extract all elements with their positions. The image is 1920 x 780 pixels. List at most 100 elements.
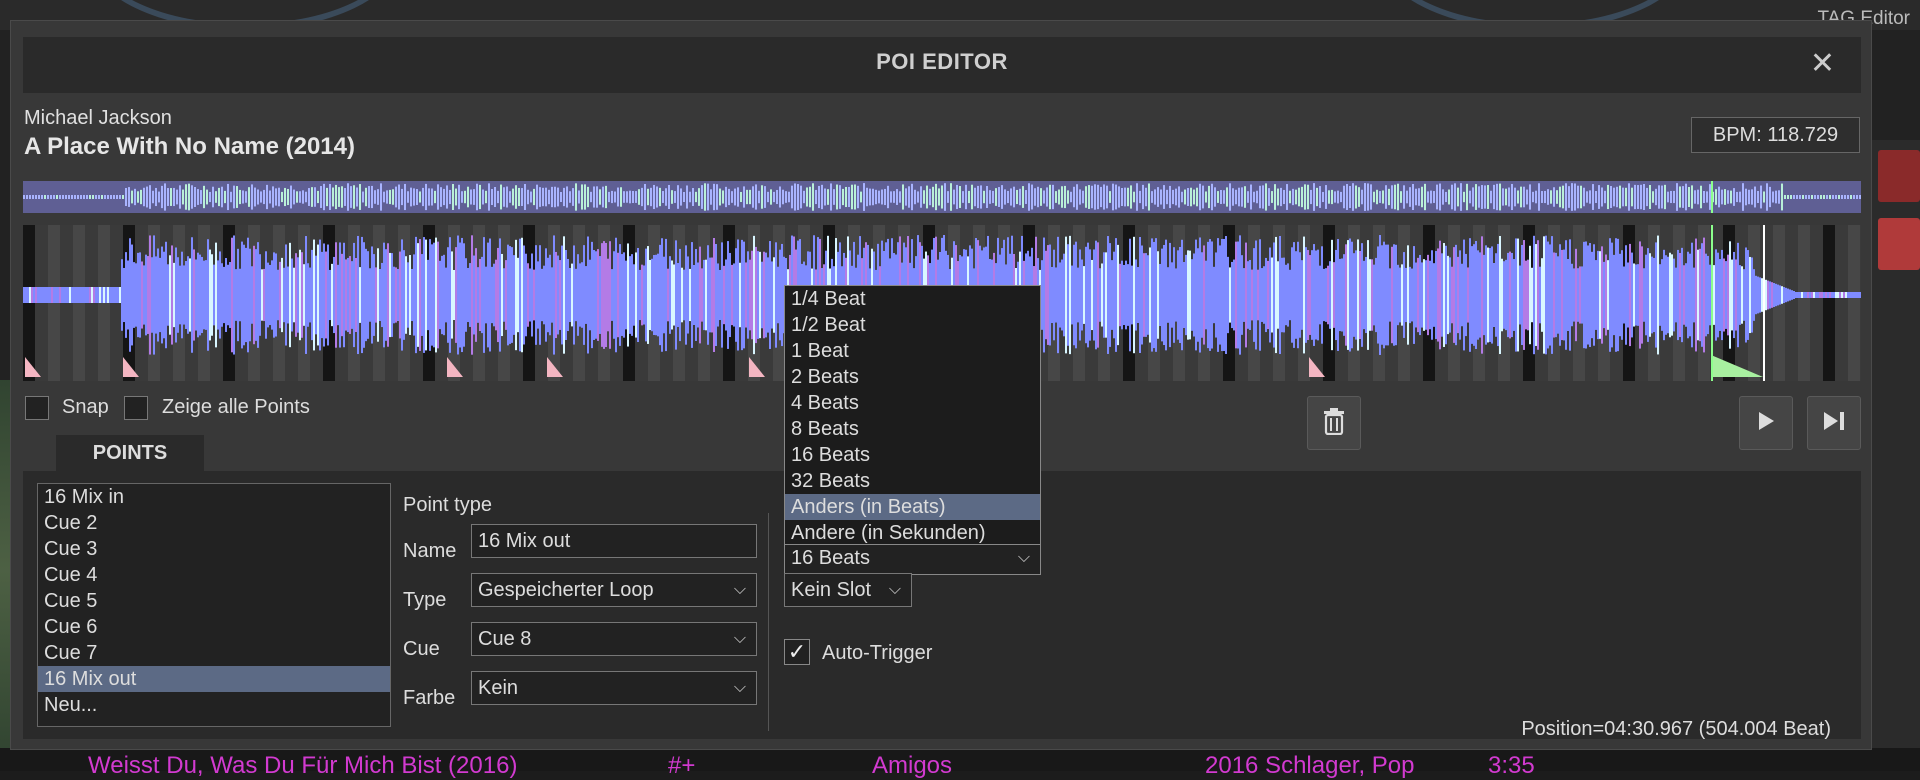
background-red-button-2[interactable] (1878, 218, 1920, 270)
overview-bar (1013, 186, 1015, 208)
show-all-points-checkbox[interactable] (124, 396, 148, 420)
cue-select[interactable]: Cue 8 ⌵ (471, 622, 757, 656)
overview-bar (617, 187, 619, 207)
waveform-bar (1511, 252, 1513, 338)
overview-bar (608, 191, 610, 203)
overview-bar (1658, 185, 1660, 209)
overview-bar (866, 187, 868, 207)
waveform-bar (753, 235, 755, 355)
overview-bar (32, 195, 34, 199)
waveform-bar (439, 260, 441, 330)
snap-checkbox[interactable] (25, 396, 49, 420)
cue-marker[interactable] (1309, 357, 1325, 377)
list-item[interactable]: Cue 6 (38, 614, 390, 640)
dropdown-option[interactable]: 16 Beats (785, 442, 1040, 468)
list-item[interactable]: Cue 5 (38, 588, 390, 614)
skip-to-end-button[interactable] (1807, 396, 1861, 450)
slot-select[interactable]: Kein Slot ⌵ (784, 573, 912, 607)
waveform-bar (1235, 241, 1237, 349)
waveform-bar (409, 255, 411, 335)
waveform-bar (207, 239, 209, 351)
waveform-bar (1793, 291, 1795, 299)
overview-bar (662, 191, 664, 203)
waveform-bar (1543, 236, 1545, 354)
overview-bar (203, 185, 205, 209)
waveform-bar (715, 244, 717, 346)
overview-bar (443, 188, 445, 206)
waveform-bar (1455, 244, 1457, 346)
overview-bar (44, 195, 46, 199)
list-item-selected[interactable]: 16 Mix out (38, 666, 390, 692)
overview-bar (1814, 195, 1816, 199)
waveform-bar (491, 266, 493, 324)
points-list[interactable]: 16 Mix in Cue 2 Cue 3 Cue 4 Cue 5 Cue 6 … (37, 483, 391, 727)
overview-bar (146, 186, 148, 208)
dropdown-option[interactable]: 2 Beats (785, 364, 1040, 390)
overview-bar (1154, 189, 1156, 205)
waveform-bar (1845, 292, 1847, 298)
waveform-bar (1851, 292, 1853, 298)
list-item[interactable]: Cue 2 (38, 510, 390, 536)
overview-bar (1388, 188, 1390, 206)
overview-bar (263, 189, 265, 205)
auto-trigger-label: Auto-Trigger (822, 642, 933, 664)
list-item[interactable]: 16 Mix in (38, 484, 390, 510)
waveform-bar (1713, 265, 1715, 325)
overview-bar (728, 188, 730, 206)
waveform-bar (263, 268, 265, 322)
dropdown-option[interactable]: 8 Beats (785, 416, 1040, 442)
dropdown-option[interactable]: 32 Beats (785, 468, 1040, 494)
waveform-bar (555, 251, 557, 339)
name-field[interactable]: 16 Mix out (471, 524, 757, 558)
type-select[interactable]: Gespeicherter Loop ⌵ (471, 573, 757, 607)
tab-points[interactable]: POINTS (56, 435, 204, 471)
waveform-overview[interactable] (23, 181, 1861, 213)
overview-bar (164, 183, 166, 211)
overview-bar (710, 189, 712, 205)
waveform-bar (1331, 239, 1333, 351)
waveform-bar (1585, 241, 1587, 349)
waveform-bar (1237, 241, 1239, 349)
play-button[interactable] (1739, 396, 1793, 450)
waveform-bar (1647, 248, 1649, 342)
length-dropdown-list[interactable]: 1/4 Beat 1/2 Beat 1 Beat 2 Beats 4 Beats… (784, 285, 1041, 545)
dropdown-option[interactable]: 4 Beats (785, 390, 1040, 416)
dialog-title-bar[interactable]: POI EDITOR ✕ (23, 37, 1861, 93)
waveform-bar (71, 287, 73, 303)
waveform-bar (1453, 247, 1455, 343)
background-red-button[interactable] (1878, 150, 1920, 202)
dropdown-option[interactable]: 1/2 Beat (785, 312, 1040, 338)
overview-bar (1445, 191, 1447, 203)
length-select[interactable]: 16 Beats ⌵ (784, 541, 1041, 575)
waveform-bar (235, 269, 237, 321)
waveform-bar (1061, 259, 1063, 331)
waveform-bar (1181, 239, 1183, 351)
overview-bar (458, 184, 460, 210)
close-icon[interactable]: ✕ (1810, 49, 1835, 79)
list-item[interactable]: Cue 4 (38, 562, 390, 588)
overview-bar (971, 184, 973, 210)
waveform-bar (1825, 292, 1827, 298)
list-item-new[interactable]: Neu... (38, 692, 390, 718)
auto-trigger-checkbox[interactable]: ✓ (784, 639, 810, 665)
waveform-bar (1467, 267, 1469, 323)
list-item[interactable]: Cue 3 (38, 536, 390, 562)
delete-point-button[interactable] (1307, 396, 1361, 450)
dropdown-option[interactable]: 1 Beat (785, 338, 1040, 364)
overview-bar (1859, 195, 1861, 199)
overview-bar (1136, 183, 1138, 211)
overview-bar (206, 189, 208, 205)
waveform-bar (1119, 263, 1121, 327)
overview-bar (1697, 189, 1699, 205)
dropdown-option[interactable]: 1/4 Beat (785, 286, 1040, 312)
waveform-bar (1111, 260, 1113, 330)
waveform-bar (1361, 243, 1363, 347)
overview-bar (1070, 191, 1072, 203)
overview-bar (359, 184, 361, 210)
dropdown-option[interactable]: Andere (in Sekunden) (785, 520, 1040, 546)
dropdown-option-highlighted[interactable]: Anders (in Beats) (785, 494, 1040, 520)
color-select[interactable]: Kein ⌵ (471, 671, 757, 705)
waveform-bar (1657, 235, 1659, 355)
list-item[interactable]: Cue 7 (38, 640, 390, 666)
overview-bar (1478, 186, 1480, 208)
